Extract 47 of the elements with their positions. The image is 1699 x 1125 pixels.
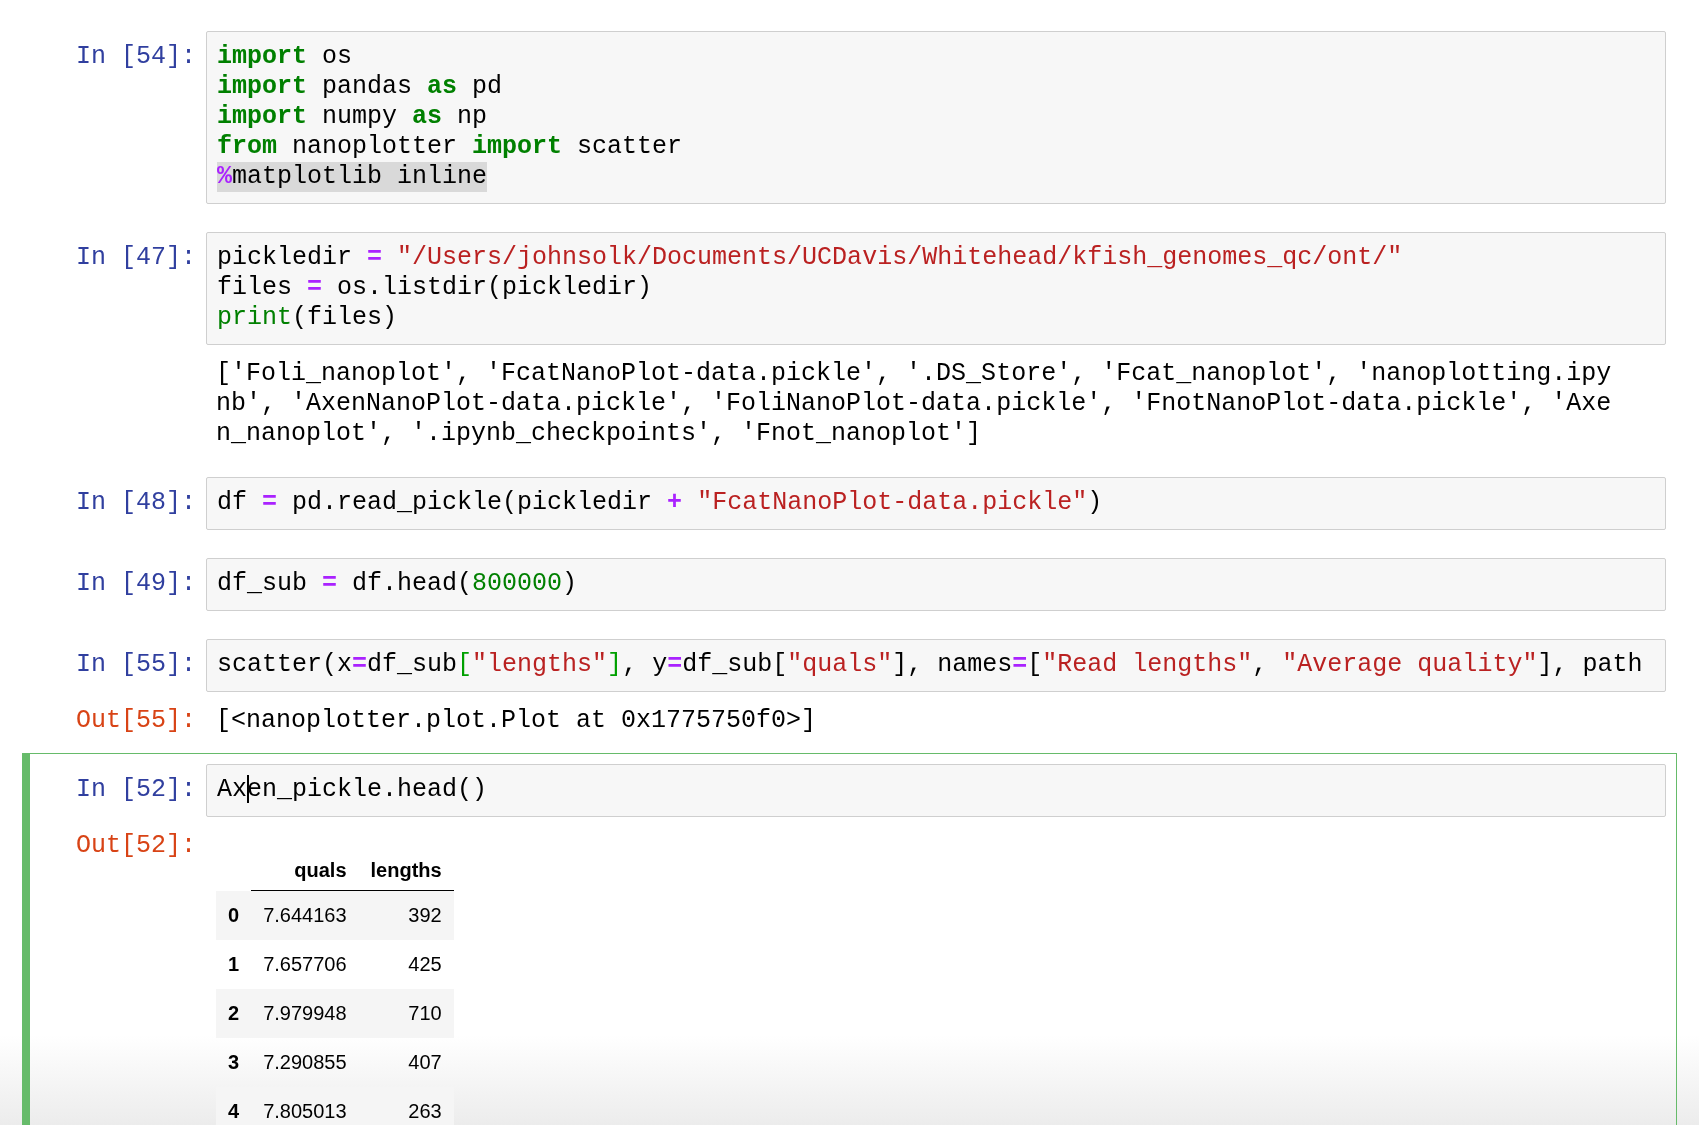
output-line: nb', 'AxenNanoPlot-data.pickle', 'FoliNanoPlot-data.pickle', 'FnotNanoPlot-data.pickle', 'Axe — [215, 389, 1612, 419]
output-line: ['Foli_nanoplot', 'FcatNanoPlot-data.pickle', '.DS_Store', 'Fcat_nanoplot', 'nanoplotting.ipy — [215, 359, 1612, 389]
code-input[interactable]: pickledir = "/Users/johnsolk/Documents/UCDavis/Whitehead/kfish_genomes_qc/ont/" files = os.listdir(pickledir) print(files) — [206, 232, 1666, 345]
table-cell: 407 — [358, 1038, 454, 1087]
column-header: lengths — [358, 851, 454, 891]
input-prompt: In [48]: — [74, 487, 197, 518]
row-index: 0 — [216, 890, 252, 940]
input-prompt: In [49]: — [74, 568, 197, 599]
code-line: df_sub = df.head(800000) — [217, 569, 578, 599]
table-cell: 7.644163 — [251, 890, 359, 940]
code-input[interactable]: df = pd.read_pickle(pickledir + "FcatNanoPlot-data.pickle") — [206, 477, 1666, 530]
code-input[interactable]: scatter(x=df_sub["lengths"], y=df_sub["quals"], names=["Read lengths", "Average quality"], path — [206, 639, 1666, 692]
code-line: Axen_pickle.head() — [217, 775, 488, 805]
code-line: df = pd.read_pickle(pickledir + "FcatNanoPlot-data.pickle") — [217, 488, 1103, 518]
row-index: 1 — [216, 940, 252, 989]
row-index: 2 — [216, 989, 252, 1038]
output-prompt: Out[55]: — [74, 706, 197, 736]
input-prompt: In [55]: — [74, 649, 197, 680]
table-cell: 263 — [358, 1087, 454, 1125]
row-index: 3 — [216, 1038, 252, 1087]
input-prompt: In [47]: — [74, 242, 197, 273]
code-line: import numpy as np — [217, 102, 488, 132]
output-line: n_nanoplot', '.ipynb_checkpoints', 'Fnot_nanoplot'] — [215, 419, 982, 449]
code-line: pickledir = "/Users/johnsolk/Documents/UCDavis/Whitehead/kfish_genomes_qc/ont/" — [217, 243, 1403, 273]
table-cell: 710 — [358, 989, 454, 1038]
table-cell: 7.805013 — [251, 1087, 359, 1125]
code-line: import pandas as pd — [217, 72, 503, 102]
table-cell: 7.290855 — [251, 1038, 359, 1087]
code-line: from nanoplotter import scatter — [217, 132, 683, 162]
table-cell: 392 — [358, 890, 454, 940]
input-prompt: In [54]: — [74, 41, 197, 72]
output-prompt: Out[52]: — [74, 831, 197, 861]
code-line: import os — [217, 42, 353, 72]
code-input[interactable]: df_sub = df.head(800000) — [206, 558, 1666, 611]
table-cell: 425 — [358, 940, 454, 989]
row-index: 4 — [216, 1087, 252, 1125]
code-line: print(files) — [217, 303, 398, 333]
selected-cell[interactable]: In [52]: Axen_pickle.head() Out[52]: quals lengths 0 7.644163 392 1 7.657706 425 2 7.979948 710 3 7.290855 407 4 7.805013 263 — [22, 753, 1677, 1125]
code-input[interactable]: Axen_pickle.head() — [206, 764, 1666, 817]
code-line: scatter(x=df_sub["lengths"], y=df_sub["quals"], names=["Read lengths", "Average quality"], path — [217, 650, 1643, 680]
output-line: [<nanoplotter.plot.Plot at 0x1775750f0>] — [215, 706, 817, 736]
table-cell: 7.979948 — [251, 989, 359, 1038]
code-line: files = os.listdir(pickledir) — [217, 273, 653, 303]
code-input[interactable]: import os import pandas as pd import numpy as np from nanoplotter import scatter %matplotlib inline — [206, 31, 1666, 204]
input-prompt: In [52]: — [74, 774, 197, 805]
table-cell: 7.657706 — [251, 940, 359, 989]
column-header: quals — [251, 851, 359, 891]
